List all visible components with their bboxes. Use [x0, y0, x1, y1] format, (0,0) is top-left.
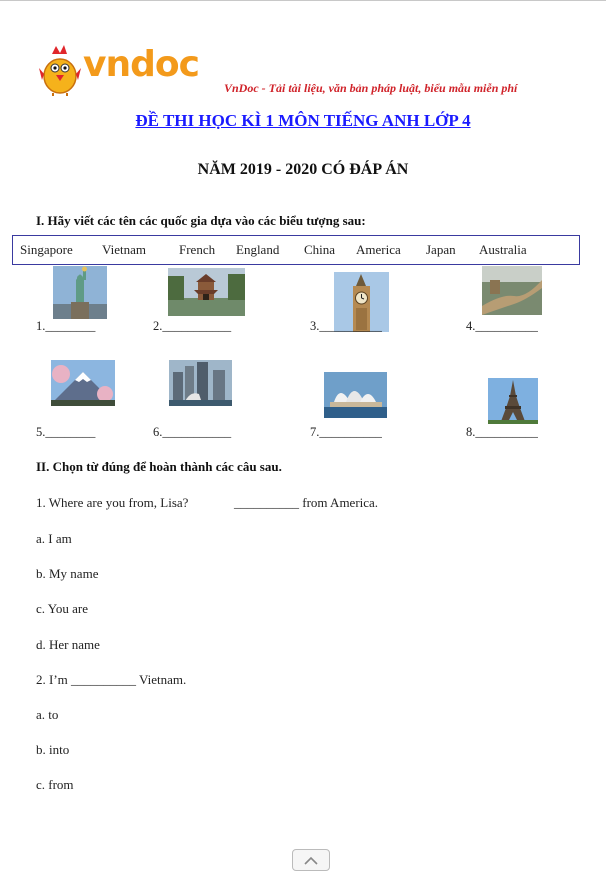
q1-option-b[interactable]: b. My name: [36, 566, 98, 582]
document-subtitle: NĂM 2019 - 2020 CÓ ĐÁP ÁN: [197, 161, 409, 178]
answer-blank-6[interactable]: 6.___________: [153, 425, 231, 440]
q2-option-b[interactable]: b. into: [36, 742, 69, 758]
word-bank-item: China: [304, 242, 336, 257]
section-1-heading: I. Hãy viết các tên các quốc gia dựa vào…: [36, 213, 366, 228]
vndoc-logo[interactable]: vndoc: [38, 44, 218, 100]
question-2-text: 2. I’m __________ Vietnam.: [36, 672, 187, 687]
q2-option-a[interactable]: a. to: [36, 707, 58, 723]
logo-wordmark: vndoc: [83, 44, 200, 85]
word-bank-item: Vietnam: [102, 242, 146, 257]
one-pillar-pagoda-image: [168, 268, 245, 316]
question-1-answer-blank[interactable]: __________ from America.: [234, 495, 378, 511]
sydney-opera-house-image: [324, 372, 387, 418]
word-bank-item: French: [179, 242, 216, 257]
chevron-up-icon: [304, 856, 318, 865]
mount-fuji-image: [51, 360, 115, 406]
word-bank-item: England: [236, 242, 280, 257]
word-bank-item: America: [356, 242, 401, 257]
answer-blank-8[interactable]: 8.__________: [466, 425, 538, 440]
q1-option-d[interactable]: d. Her name: [36, 637, 100, 653]
q1-option-c[interactable]: c. You are: [36, 601, 88, 617]
answer-blank-4[interactable]: 4.__________: [466, 319, 538, 334]
question-1-text: 1. Where are you from, Lisa?: [36, 495, 189, 510]
scroll-up-button[interactable]: [292, 849, 330, 871]
answer-blank-3[interactable]: 3.__________: [310, 319, 382, 334]
answer-blank-7[interactable]: 7.__________: [310, 425, 382, 440]
chicken-mascot-icon: [39, 45, 81, 96]
word-bank-item: Japan: [426, 242, 456, 257]
word-bank-box: Singapore Vietnam French England China A…: [12, 235, 580, 265]
q2-option-c[interactable]: c. from: [36, 777, 74, 793]
top-border: [0, 0, 606, 1]
document-title[interactable]: ĐỀ THI HỌC KÌ 1 MÔN TIẾNG ANH LỚP 4: [0, 111, 606, 131]
q1-option-a[interactable]: a. I am: [36, 531, 72, 547]
great-wall-image: [482, 266, 542, 315]
statue-of-liberty-image: [53, 266, 107, 319]
answer-blank-2[interactable]: 2.___________: [153, 319, 231, 334]
eiffel-tower-image: [488, 378, 538, 424]
answer-blank-5[interactable]: 5.________: [36, 425, 95, 440]
header-tagline: VnDoc - Tải tài liệu, văn bản pháp luật,…: [224, 81, 518, 95]
word-bank-item: Singapore: [20, 242, 73, 257]
merlion-image: [169, 360, 232, 406]
answer-blank-1[interactable]: 1.________: [36, 319, 95, 334]
section-2-heading: II. Chọn từ đúng để hoàn thành các câu s…: [36, 459, 282, 474]
word-bank-item: Australia: [479, 242, 527, 257]
